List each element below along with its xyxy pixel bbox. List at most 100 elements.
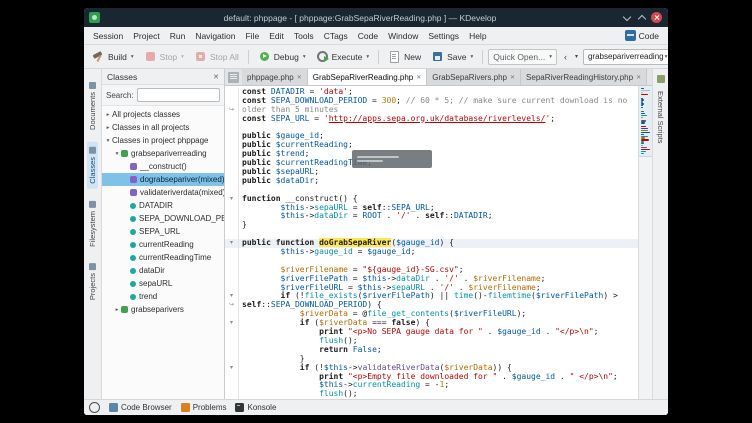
class-icon	[121, 150, 128, 157]
editor-tab-grabsepariverreading-php[interactable]: GrabSepaRiverReading.php✕	[308, 69, 428, 85]
close-button[interactable]	[651, 12, 662, 23]
quickopen-symbol-combo[interactable]: grabsepariverreading ▾	[583, 49, 668, 65]
tree-label: All projects classes	[112, 110, 180, 119]
fold-marker-icon[interactable]: ▾	[225, 239, 239, 248]
menu-navigation[interactable]: Navigation	[190, 31, 240, 41]
history-dropdown-button[interactable]: ▾	[572, 52, 581, 61]
expander-icon[interactable]: ▸	[113, 307, 121, 313]
save-icon	[431, 50, 444, 63]
expander-icon[interactable]: ▾	[113, 151, 121, 157]
menu-tools[interactable]: Tools	[289, 31, 319, 41]
tree-item-sepaurl[interactable]: sepaURL	[102, 277, 224, 290]
editor-tab-grabseparivers-php[interactable]: GrabSepaRivers.php✕	[427, 69, 521, 85]
stop-all-button[interactable]: Stop All	[190, 48, 243, 65]
editor-tab-separiverreadinghistory-php[interactable]: SepaRiverReadingHistory.php✕	[521, 69, 647, 85]
gutter	[225, 230, 239, 239]
tree-label: currentReading	[139, 240, 194, 249]
toolbar-label: New	[404, 52, 421, 62]
tree-item-validateriverdata-mixed-[interactable]: validateriverdata(mixed)	[102, 186, 224, 199]
toolview-label: Konsole	[247, 403, 276, 412]
new-button[interactable]: New	[384, 48, 425, 65]
stop-button[interactable]: Stop▾	[140, 48, 188, 65]
dock-tab-classes[interactable]: Classes	[87, 142, 98, 189]
tree-item-classes-in-all-projects[interactable]: ▸Classes in all projects	[102, 121, 224, 134]
menu-window[interactable]: Window	[383, 31, 423, 41]
code-editor[interactable]: const DATADIR = 'data';const SEPA_DOWNLO…	[225, 86, 638, 399]
search-label: Search:	[106, 91, 134, 100]
quick-open-button[interactable]: Quick Open...▾	[488, 49, 557, 65]
field-icon	[130, 255, 136, 261]
menu-run[interactable]: Run	[165, 31, 191, 41]
session-status-icon[interactable]	[89, 402, 100, 413]
close-icon[interactable]: ✕	[636, 74, 641, 81]
tree-item-trend[interactable]: trend	[102, 290, 224, 303]
tree-item-grabsepariverreading[interactable]: ▾grabsepariverreading	[102, 147, 224, 160]
expander-icon[interactable]: ▸	[104, 125, 112, 131]
close-icon[interactable]: ✕	[297, 74, 302, 81]
gutter	[225, 186, 239, 195]
dropdown-arrow-icon: ▾	[549, 54, 552, 60]
code-line: public $dataDir;	[225, 177, 638, 186]
minimap-line	[641, 117, 643, 118]
konsole-button[interactable]: Konsole	[235, 403, 276, 412]
dock-tab-projects[interactable]: Projects	[87, 258, 98, 305]
tree-item-datadir[interactable]: dataDir	[102, 264, 224, 277]
maximize-button[interactable]	[636, 12, 647, 23]
tree-item-sepa-download-period[interactable]: SEPA_DOWNLOAD_PERIOD	[102, 212, 224, 225]
menu-project[interactable]: Project	[128, 31, 164, 41]
fold-marker-icon[interactable]: ▾	[225, 292, 239, 301]
menu-help[interactable]: Help	[464, 31, 491, 41]
kdevelop-app-icon	[89, 12, 100, 23]
menu-session[interactable]: Session	[88, 31, 128, 41]
classes-search-input[interactable]	[137, 88, 220, 102]
dock-tab-filesystem[interactable]: Filesystem	[87, 196, 98, 252]
fold-marker-icon[interactable]: ▾	[225, 319, 239, 328]
tree-item-datadir[interactable]: DATADIR	[102, 199, 224, 212]
gutter	[225, 204, 239, 213]
debug-button[interactable]: Debug▾	[254, 48, 310, 65]
tree-item-sepa-url[interactable]: SEPA_URL	[102, 225, 224, 238]
tree-item-dograbsepariver-mixed-[interactable]: dograbsepariver(mixed)	[102, 173, 224, 186]
fold-marker-icon[interactable]: ▾	[225, 364, 239, 373]
menu-settings[interactable]: Settings	[423, 31, 464, 41]
fold-marker-icon[interactable]: ▾	[225, 195, 239, 204]
minimap-line	[641, 151, 646, 152]
minimap-scrollbar[interactable]	[638, 86, 652, 399]
tree-item-currentreading[interactable]: currentReading	[102, 238, 224, 251]
history-back-button[interactable]: ‹	[561, 51, 570, 63]
area-switcher[interactable]: Code	[625, 30, 664, 41]
debug-icon	[258, 50, 271, 63]
dock-tab-external-scripts[interactable]: External Scripts	[655, 87, 666, 148]
field-icon	[130, 268, 136, 274]
tree-item-grabseparivers[interactable]: ▸grabseparivers	[102, 303, 224, 316]
expander-icon[interactable]: ▸	[104, 112, 112, 118]
menu-ctags[interactable]: CTags	[319, 31, 353, 41]
dock-tab-documents[interactable]: Documents	[87, 77, 98, 135]
tree-item-all-projects-classes[interactable]: ▸All projects classes	[102, 108, 224, 121]
menu-edit[interactable]: Edit	[264, 31, 289, 41]
tree-item-classes-in-project-phppage[interactable]: ▾Classes in project phppage	[102, 134, 224, 147]
close-icon[interactable]: ✕	[213, 73, 219, 81]
tree-item-currentreadingtime[interactable]: currentReadingTime	[102, 251, 224, 264]
toolbar-label: Stop	[160, 52, 178, 62]
execute-button[interactable]: Execute▾	[312, 48, 373, 65]
main-area: DocumentsClassesFilesystemProjects Class…	[84, 69, 668, 399]
menu-file[interactable]: File	[240, 31, 264, 41]
build-button[interactable]: Build▾	[88, 48, 138, 65]
tree-item--construct-[interactable]: __construct()	[102, 160, 224, 173]
tab-label: GrabSepaRiverReading.php	[313, 73, 414, 82]
classes-search-row: Search:	[102, 85, 224, 106]
document-switcher-icon[interactable]	[228, 72, 239, 83]
save-button[interactable]: Save▾	[427, 48, 477, 65]
code-browser-button[interactable]: Code Browser	[109, 403, 172, 412]
close-icon[interactable]: ✕	[510, 74, 515, 81]
tree-label: sepaURL	[139, 279, 172, 288]
minimap-line	[641, 122, 645, 123]
problems-button[interactable]: Problems	[181, 403, 227, 412]
close-icon[interactable]: ✕	[416, 74, 421, 81]
editor-tab-phppage-php[interactable]: phppage.php✕	[242, 69, 308, 85]
menu-code[interactable]: Code	[353, 31, 383, 41]
expander-icon[interactable]: ▾	[104, 138, 112, 144]
minimize-button[interactable]	[621, 12, 632, 23]
projects-icon	[89, 263, 96, 270]
